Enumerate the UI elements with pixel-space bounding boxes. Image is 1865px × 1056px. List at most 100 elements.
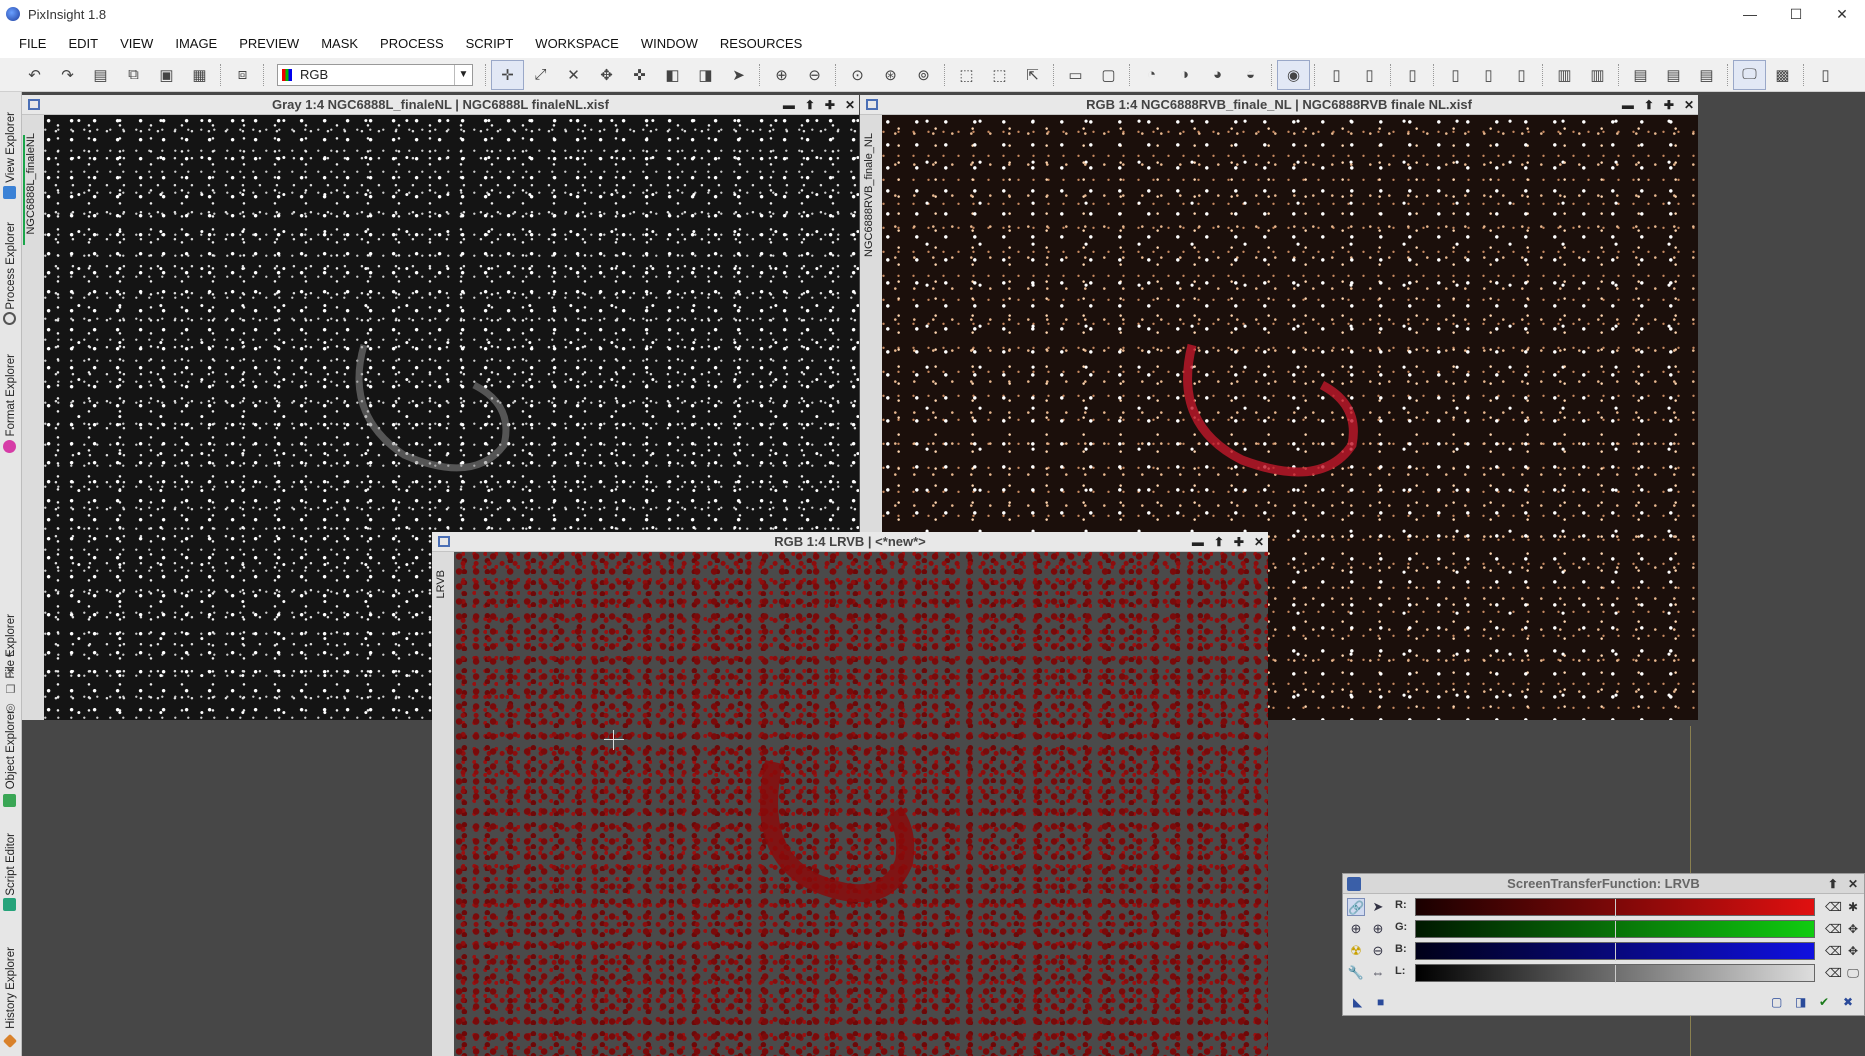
- mask-enable-icon[interactable]: ▢: [1092, 60, 1125, 90]
- extra-icon[interactable]: ▯: [1809, 60, 1842, 90]
- process-icon-2[interactable]: ◑: [1168, 60, 1201, 90]
- menu-file[interactable]: FILE: [8, 36, 57, 51]
- redo-icon[interactable]: ↷: [51, 60, 84, 90]
- maximize-icon[interactable]: ⬆: [1644, 98, 1654, 112]
- midtones-marker[interactable]: [1615, 965, 1616, 983]
- gear-icon[interactable]: ✱: [1845, 899, 1861, 915]
- shade-icon[interactable]: ▬: [783, 98, 795, 112]
- pin-window-icon[interactable]: ✚: [1234, 535, 1244, 549]
- script-icon-1[interactable]: ▯: [1320, 60, 1353, 90]
- center-icon[interactable]: ✜: [623, 60, 656, 90]
- wrench-icon[interactable]: 🔧: [1347, 964, 1365, 982]
- window-titlebar[interactable]: RGB 1:4 LRVB | <*new*> ▬ ⬆ ✚ ✕: [432, 532, 1268, 552]
- close-icon[interactable]: ✕: [1848, 877, 1858, 891]
- move-icon[interactable]: ✥: [1845, 921, 1861, 937]
- workspace-icon-1[interactable]: ▯: [1396, 60, 1429, 90]
- delete-preview-icon[interactable]: ⬚: [983, 60, 1016, 90]
- menu-resources[interactable]: RESOURCES: [709, 36, 813, 51]
- zoom-out-icon[interactable]: ⊖: [798, 60, 831, 90]
- extract-channels-icon[interactable]: ▦: [183, 60, 216, 90]
- pin-window-icon[interactable]: ✚: [825, 98, 835, 112]
- window-titlebar[interactable]: RGB 1:4 NGC6888RVB_finale_NL | NGC6888RV…: [860, 95, 1698, 115]
- menu-view[interactable]: VIEW: [109, 36, 164, 51]
- view-tab[interactable]: LRVB: [432, 552, 454, 1056]
- zoom-in-icon[interactable]: ⊕: [1369, 920, 1387, 938]
- stf-slider-r[interactable]: [1415, 898, 1815, 917]
- fit-view-icon[interactable]: ⤢: [524, 60, 557, 90]
- apply-check-icon[interactable]: ✔: [1819, 995, 1829, 1009]
- script-icon-2[interactable]: ▯: [1353, 60, 1386, 90]
- monitor-icon[interactable]: 🖵: [1845, 965, 1861, 981]
- zoom-fit-icon[interactable]: ⊚: [907, 60, 940, 90]
- preview-mode-icon[interactable]: ◨: [689, 60, 722, 90]
- new-preview-icon[interactable]: ⬚: [950, 60, 983, 90]
- close-icon[interactable]: ✕: [1684, 98, 1694, 112]
- menu-mask[interactable]: MASK: [310, 36, 369, 51]
- minimize-button[interactable]: —: [1727, 0, 1773, 28]
- browse-doc-icon[interactable]: ▢: [1771, 995, 1782, 1009]
- monitor-icon[interactable]: 🖵: [1733, 59, 1766, 90]
- window-icon-1[interactable]: ▯: [1439, 60, 1472, 90]
- window-titlebar[interactable]: Gray 1:4 NGC6888L_finaleNL | NGC6888L fi…: [22, 95, 859, 115]
- shade-icon[interactable]: ⬆: [1828, 877, 1838, 891]
- view-tab[interactable]: NGC6888L_finaleNL: [22, 115, 44, 720]
- apply-global-icon[interactable]: ■: [1377, 995, 1384, 1009]
- midtones-marker[interactable]: [1615, 899, 1616, 917]
- tab-history-explorer[interactable]: History Explorer: [0, 928, 22, 1049]
- zoom-to-fit-icon[interactable]: ✕: [557, 60, 590, 90]
- explorer-icon-1[interactable]: ▥: [1548, 60, 1581, 90]
- close-icon[interactable]: ✕: [1254, 535, 1264, 549]
- tab-view-explorer[interactable]: View Explorer: [0, 98, 22, 199]
- menu-edit[interactable]: EDIT: [57, 36, 109, 51]
- stf-panel[interactable]: ScreenTransferFunction: LRVB ⬆ ✕ 🔗 ➤ R: …: [1342, 873, 1865, 1016]
- zoom-out-icon[interactable]: ⊖: [1369, 942, 1387, 960]
- stf-titlebar[interactable]: ScreenTransferFunction: LRVB ⬆ ✕: [1343, 874, 1864, 894]
- clone-view-icon[interactable]: ⧈: [226, 60, 259, 90]
- maximize-icon[interactable]: ⬆: [1214, 535, 1224, 549]
- stf-slider-l[interactable]: [1415, 964, 1815, 983]
- new-image-icon[interactable]: ⧉: [117, 60, 150, 90]
- bit-depth-icon[interactable]: ▩: [1766, 60, 1799, 90]
- mask-show-icon[interactable]: ▭: [1059, 60, 1092, 90]
- menu-preview[interactable]: PREVIEW: [228, 36, 310, 51]
- crosshair-icon[interactable]: ✛: [491, 59, 524, 90]
- zoom-in-icon[interactable]: ⊕: [765, 60, 798, 90]
- tab-object-explorer[interactable]: Object Explorer: [0, 700, 22, 807]
- auto-stretch-icon[interactable]: ☢: [1347, 942, 1365, 960]
- move-icon[interactable]: ✥: [1845, 943, 1861, 959]
- zoom-1-1-icon[interactable]: ⊛: [874, 60, 907, 90]
- zoom-icon[interactable]: ⊙: [841, 60, 874, 90]
- menu-workspace[interactable]: WORKSPACE: [524, 36, 630, 51]
- menu-window[interactable]: WINDOW: [630, 36, 709, 51]
- reset-panel-icon[interactable]: ◨: [1795, 995, 1806, 1009]
- resource-icon-1[interactable]: ▤: [1624, 60, 1657, 90]
- midtones-marker[interactable]: [1615, 921, 1616, 939]
- close-window-button[interactable]: ✕: [1819, 0, 1865, 28]
- menu-script[interactable]: SCRIPT: [455, 36, 525, 51]
- image-properties-icon[interactable]: ▤: [84, 60, 117, 90]
- image-canvas[interactable]: [454, 552, 1268, 1056]
- stf-icon[interactable]: ◉: [1277, 59, 1310, 90]
- undo-icon[interactable]: ↶: [18, 60, 51, 90]
- process-icon-3[interactable]: ◕: [1201, 60, 1234, 90]
- tab-format-explorer[interactable]: Format Explorer: [0, 336, 22, 454]
- tab-script-editor[interactable]: Script Editor: [0, 816, 22, 912]
- resource-icon-2[interactable]: ▤: [1657, 60, 1690, 90]
- image-window-lrvb[interactable]: RGB 1:4 LRVB | <*new*> ▬ ⬆ ✚ ✕ LRVB: [432, 532, 1268, 1056]
- image-window-icon[interactable]: [438, 536, 450, 547]
- stf-slider-b[interactable]: [1415, 942, 1815, 961]
- stf-slider-g[interactable]: [1415, 920, 1815, 939]
- menu-process[interactable]: PROCESS: [369, 36, 455, 51]
- reset-icon[interactable]: ⌫: [1825, 965, 1842, 981]
- midtones-marker[interactable]: [1615, 943, 1616, 961]
- image-window-icon[interactable]: [866, 99, 878, 110]
- pin-window-icon[interactable]: ✚: [1664, 98, 1674, 112]
- close-icon[interactable]: ✕: [845, 98, 855, 112]
- window-icon-3[interactable]: ▯: [1505, 60, 1538, 90]
- channel-select[interactable]: RGB ▼: [277, 63, 473, 86]
- link-channels-icon[interactable]: 🔗: [1347, 898, 1365, 916]
- reset-icon[interactable]: ⌫: [1825, 943, 1842, 959]
- menu-image[interactable]: IMAGE: [164, 36, 228, 51]
- view-mode-icon[interactable]: ◧: [656, 60, 689, 90]
- pan-icon[interactable]: ✥: [590, 60, 623, 90]
